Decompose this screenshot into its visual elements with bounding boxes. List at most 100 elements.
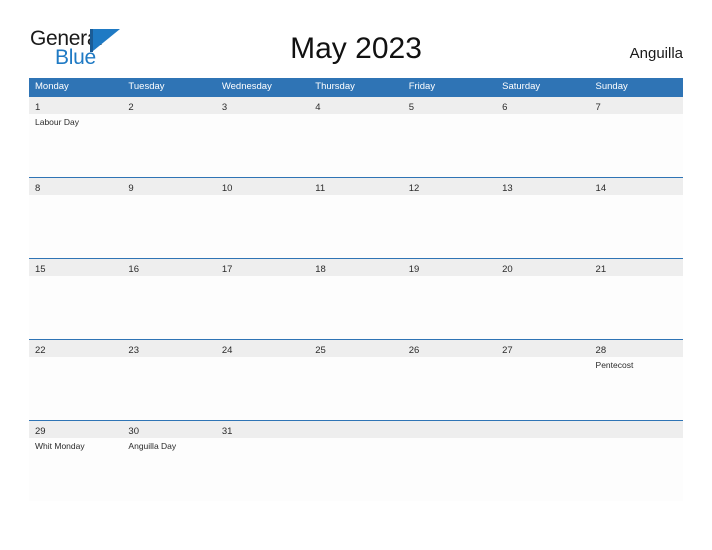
day-cell[interactable]: 22 [29, 340, 122, 357]
day-cell-empty [496, 421, 589, 438]
day-cell[interactable]: 6 [496, 97, 589, 114]
event-cell[interactable] [122, 276, 215, 338]
day-cell[interactable]: 21 [590, 259, 683, 276]
week-row: 8 9 10 11 12 13 14 [29, 177, 683, 258]
day-number: 22 [35, 345, 46, 356]
day-cell[interactable]: 8 [29, 178, 122, 195]
region-label: Anguilla [629, 45, 683, 62]
day-cell[interactable]: 30 [122, 421, 215, 438]
page-header: General Blue May 2023 Anguilla [0, 0, 712, 78]
day-cell[interactable]: 4 [309, 97, 402, 114]
day-cell[interactable]: 29 [29, 421, 122, 438]
day-cell[interactable]: 17 [216, 259, 309, 276]
event-cell[interactable] [403, 357, 496, 419]
day-number: 15 [35, 264, 46, 275]
event-cell[interactable] [216, 357, 309, 419]
day-number: 5 [408, 102, 414, 113]
event-cell[interactable] [216, 438, 309, 500]
event-cell[interactable] [29, 276, 122, 338]
weekday-header-saturday: Saturday [502, 81, 541, 92]
day-cell-empty [309, 421, 402, 438]
event-cell[interactable] [29, 357, 122, 419]
day-cell[interactable]: 16 [122, 259, 215, 276]
day-number: 30 [128, 426, 139, 437]
event-cell[interactable] [496, 276, 589, 338]
day-number: 19 [408, 264, 420, 275]
event-cell[interactable] [122, 195, 215, 257]
day-number: 2 [128, 102, 134, 113]
event-cell[interactable] [122, 114, 215, 176]
event-cell[interactable] [590, 195, 683, 257]
event-cell[interactable] [496, 195, 589, 257]
event-cell[interactable] [403, 195, 496, 257]
event-cell[interactable] [309, 357, 402, 419]
week-event-band [29, 195, 683, 257]
week-row: 15 16 17 18 19 20 21 [29, 258, 683, 339]
event-cell[interactable] [590, 276, 683, 338]
day-cell[interactable]: 7 [590, 97, 683, 114]
weekday-header-friday: Friday [408, 81, 436, 92]
event-cell[interactable] [309, 114, 402, 176]
page-title: May 2023 [290, 32, 422, 65]
day-cell[interactable]: 23 [122, 340, 215, 357]
day-cell[interactable]: 12 [403, 178, 496, 195]
event-cell[interactable] [496, 114, 589, 176]
day-cell[interactable]: 1 [29, 97, 122, 114]
event-cell[interactable] [29, 195, 122, 257]
event-cell[interactable] [403, 276, 496, 338]
event-cell[interactable]: Anguilla Day [122, 438, 215, 500]
day-cell[interactable]: 26 [403, 340, 496, 357]
weekday-header-row: Monday Tuesday Wednesday Thursday Friday… [29, 78, 683, 96]
day-cell[interactable]: 5 [403, 97, 496, 114]
calendar-page: General Blue May 2023 Anguilla Monday Tu… [0, 0, 712, 550]
day-cell[interactable]: 13 [496, 178, 589, 195]
event-label: Labour Day [35, 117, 79, 127]
day-cell[interactable]: 15 [29, 259, 122, 276]
week-date-band: 8 9 10 11 12 13 14 [29, 178, 683, 195]
weekday-header-sunday: Sunday [595, 81, 628, 92]
day-cell[interactable]: 9 [122, 178, 215, 195]
event-cell[interactable] [590, 114, 683, 176]
week-row: 1 2 3 4 5 6 7 Labour Day [29, 96, 683, 177]
day-cell[interactable]: 3 [216, 97, 309, 114]
event-cell[interactable]: Pentecost [590, 357, 683, 419]
day-cell[interactable]: 27 [496, 340, 589, 357]
day-cell[interactable]: 14 [590, 178, 683, 195]
day-number: 7 [595, 102, 601, 113]
day-number: 9 [128, 183, 134, 194]
week-event-band: Whit Monday Anguilla Day [29, 438, 683, 500]
weekday-header-tuesday: Tuesday [128, 81, 165, 92]
day-number: 25 [315, 345, 326, 356]
day-cell[interactable]: 31 [216, 421, 309, 438]
event-cell[interactable]: Labour Day [29, 114, 122, 176]
day-cell[interactable]: 2 [122, 97, 215, 114]
event-cell[interactable] [216, 195, 309, 257]
week-date-band: 22 23 24 25 26 27 28 [29, 340, 683, 357]
day-number: 12 [408, 183, 420, 194]
week-event-band [29, 276, 683, 338]
day-cell[interactable]: 20 [496, 259, 589, 276]
event-cell[interactable] [216, 276, 309, 338]
weekday-header-monday: Monday [35, 81, 69, 92]
day-cell[interactable]: 11 [309, 178, 402, 195]
day-cell[interactable]: 10 [216, 178, 309, 195]
event-cell[interactable] [309, 276, 402, 338]
day-number: 24 [221, 345, 233, 356]
event-cell[interactable]: Whit Monday [29, 438, 122, 500]
day-number: 27 [502, 345, 513, 356]
day-number: 4 [315, 102, 321, 113]
event-cell[interactable] [216, 114, 309, 176]
event-cell[interactable] [403, 114, 496, 176]
day-number: 14 [595, 183, 607, 194]
day-cell[interactable]: 25 [309, 340, 402, 357]
event-cell[interactable] [309, 195, 402, 257]
day-number: 28 [595, 345, 607, 356]
event-cell[interactable] [496, 357, 589, 419]
day-cell[interactable]: 19 [403, 259, 496, 276]
day-number: 23 [128, 345, 139, 356]
day-cell[interactable]: 18 [309, 259, 402, 276]
event-cell[interactable] [122, 357, 215, 419]
day-cell[interactable]: 28 [590, 340, 683, 357]
day-cell[interactable]: 24 [216, 340, 309, 357]
day-number: 18 [315, 264, 326, 275]
